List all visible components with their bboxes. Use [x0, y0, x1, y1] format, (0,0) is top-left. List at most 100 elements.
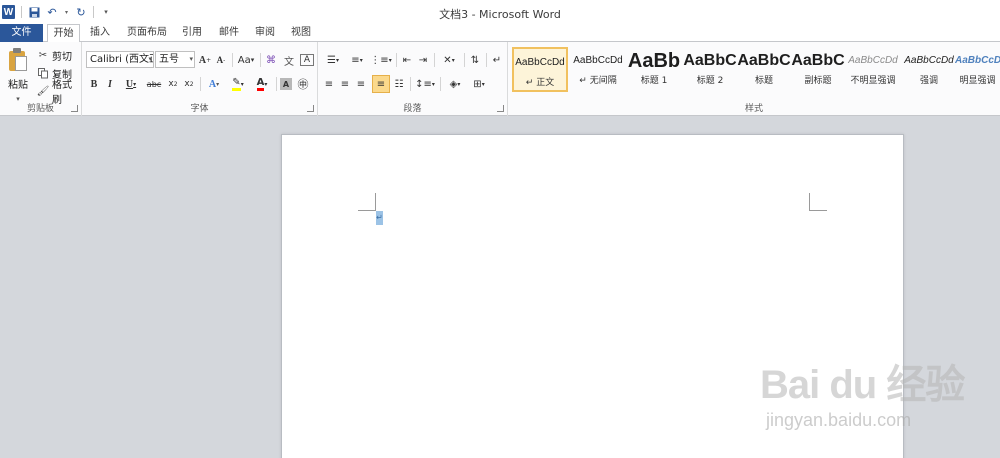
distributed-button[interactable]: ☷	[392, 76, 406, 92]
scissors-icon: ✂	[38, 49, 48, 61]
shading-button[interactable]: ◈ ▾	[444, 76, 466, 92]
baidu-jingyan-watermark: Bai du 经验 jingyan.baidu.com	[760, 352, 980, 442]
paste-button[interactable]: 粘贴 ▾	[4, 46, 32, 103]
font-family-select[interactable]: Calibri (西文正 ▾	[86, 51, 154, 68]
style-no-spacing[interactable]: AaBbCcDd ↵ 无间隔	[570, 47, 626, 92]
paragraph-mark[interactable]: ↵	[376, 211, 383, 225]
tab-file[interactable]: 文件	[0, 24, 43, 42]
cut-button[interactable]: ✂ 剪切	[37, 47, 72, 63]
multilevel-list-button[interactable]: ⋮≡ ▾	[370, 52, 392, 68]
character-shading-icon[interactable]: A	[280, 78, 292, 90]
font-group: Calibri (西文正 ▾ 五号 ▾ A + A- Aa ▾ ⌘ 文 A B I …	[82, 42, 318, 116]
cut-label: 剪切	[52, 51, 72, 63]
style-subtitle[interactable]: AaBbC 副标题	[790, 47, 846, 92]
paintbrush-icon: 🖌	[36, 85, 50, 97]
style-name: ↵ 正文	[525, 78, 555, 88]
style-sample: AaBbCcDd	[515, 57, 565, 68]
style-heading-1[interactable]: AaBb 标题 1	[626, 47, 682, 92]
styles-gallery: AaBbCcDd ↵ 正文 AaBbCcDd ↵ 无间隔 AaBb 标题 1 A…	[512, 47, 1000, 93]
style-normal[interactable]: AaBbCcDd ↵ 正文	[512, 47, 568, 92]
ribbon: 粘贴 ▾ ✂ 剪切 复制 🖌 格式刷 剪贴板 Calibri (西文正 ▾ 五号…	[0, 42, 1000, 116]
align-right-button[interactable]: ≡	[354, 76, 368, 92]
clipboard-group: 粘贴 ▾ ✂ 剪切 复制 🖌 格式刷 剪贴板	[0, 42, 82, 116]
font-size-value: 五号	[159, 54, 179, 65]
paragraph-group-label: 段落	[403, 104, 422, 114]
font-group-label: 字体	[190, 104, 209, 114]
ribbon-tab-bar: 文件 开始 插入 页面布局 引用 邮件 审阅 视图	[0, 24, 1000, 43]
text-effects-button[interactable]: A ▾	[204, 76, 224, 92]
style-name: 标题 2	[696, 76, 724, 86]
style-sample: AaBbCcDd	[904, 55, 954, 66]
style-name: 标题 1	[640, 76, 668, 86]
strikethrough-button[interactable]: abc	[146, 76, 162, 92]
separator	[200, 77, 201, 91]
justify-button[interactable]: ≡	[372, 75, 390, 93]
paste-label: 粘贴	[8, 80, 28, 91]
style-sample: AaBbC	[791, 52, 845, 69]
tab-view[interactable]: 视图	[285, 24, 317, 42]
style-heading-2[interactable]: AaBbC 标题 2	[682, 47, 738, 92]
enclose-characters-icon[interactable]: ㊥	[296, 76, 310, 92]
paragraph-dialog-launcher-icon[interactable]	[497, 105, 504, 112]
separator	[260, 53, 261, 67]
underline-button[interactable]: U ▾	[122, 76, 140, 92]
style-title[interactable]: AaBbC 标题	[736, 47, 792, 92]
tab-review[interactable]: 审阅	[250, 24, 280, 42]
style-name: 强调	[919, 76, 938, 86]
clipboard-dialog-launcher-icon[interactable]	[71, 105, 78, 112]
italic-button[interactable]: I	[104, 76, 116, 92]
style-name: ↵ 无间隔	[579, 76, 617, 86]
separator	[396, 53, 397, 67]
tab-references[interactable]: 引用	[177, 24, 207, 42]
style-name: 不明显强调	[850, 76, 896, 86]
separator	[440, 77, 441, 91]
grow-font-button[interactable]: A +	[198, 52, 212, 68]
highlighter-icon: ✎	[232, 77, 241, 91]
subscript-button[interactable]: x2	[166, 76, 180, 92]
separator	[486, 53, 487, 67]
tab-insert[interactable]: 插入	[84, 24, 116, 42]
font-size-select[interactable]: 五号 ▾	[155, 51, 195, 68]
increase-indent-button[interactable]: ⇥	[416, 52, 430, 68]
style-intense-emphasis[interactable]: AaBbCcDd 明显强调	[955, 47, 1000, 92]
bullets-button[interactable]: ☰ ▾	[322, 52, 344, 68]
change-case-button[interactable]: Aa ▾	[236, 52, 256, 68]
style-sample: AaBbCcDd	[848, 55, 898, 66]
chevron-down-icon: ▾	[148, 55, 152, 63]
borders-button[interactable]: ⊞ ▾	[468, 76, 490, 92]
decrease-indent-button[interactable]: ⇤	[400, 52, 414, 68]
style-emphasis[interactable]: AaBbCcDd 强调	[901, 47, 957, 92]
style-subtle-emphasis[interactable]: AaBbCcDd 不明显强调	[845, 47, 901, 92]
clear-formatting-icon[interactable]: ⌘	[264, 52, 278, 68]
chinese-layout-button[interactable]: ✕ ▾	[438, 52, 460, 68]
font-color-button[interactable]: A ▾	[252, 76, 272, 92]
font-family-value: Calibri (西文正	[90, 54, 154, 65]
shrink-font-button[interactable]: A-	[214, 52, 228, 68]
style-sample: AaBbCcDd	[955, 55, 1000, 66]
phonetic-guide-icon[interactable]: 文	[282, 52, 296, 68]
style-sample: AaBbC	[737, 52, 791, 69]
chevron-down-icon: ▾	[189, 55, 193, 63]
paragraph-group: ☰ ▾ ≡ ▾ ⋮≡ ▾ ⇤ ⇥ ✕ ▾ ⇅ ↵ ≡ ≡ ≡ ≡ ☷ ↕≡ ▾ ◈ ▾ ⊞ ▾…	[318, 42, 508, 116]
style-sample: AaBbC	[683, 52, 737, 69]
separator	[232, 53, 233, 67]
numbering-button[interactable]: ≡ ▾	[346, 52, 368, 68]
align-center-button[interactable]: ≡	[338, 76, 352, 92]
tab-page-layout[interactable]: 页面布局	[122, 24, 172, 42]
tab-mailings[interactable]: 邮件	[213, 24, 245, 42]
font-dialog-launcher-icon[interactable]	[307, 105, 314, 112]
watermark-logo: Bai du 经验	[760, 363, 965, 407]
style-name: 明显强调	[959, 76, 996, 86]
line-spacing-button[interactable]: ↕≡ ▾	[414, 76, 436, 92]
format-painter-button[interactable]: 🖌 格式刷	[36, 80, 81, 106]
tab-home[interactable]: 开始	[47, 24, 80, 43]
highlight-button[interactable]: ✎ ▾	[228, 76, 248, 92]
separator	[464, 53, 465, 67]
superscript-button[interactable]: x2	[182, 76, 196, 92]
watermark-url: jingyan.baidu.com	[766, 410, 912, 430]
bold-button[interactable]: B	[88, 76, 100, 92]
sort-button[interactable]: ⇅	[468, 52, 482, 68]
character-border-icon[interactable]: A	[300, 54, 314, 66]
show-hide-marks-button[interactable]: ↵	[490, 52, 504, 68]
align-left-button[interactable]: ≡	[322, 76, 336, 92]
